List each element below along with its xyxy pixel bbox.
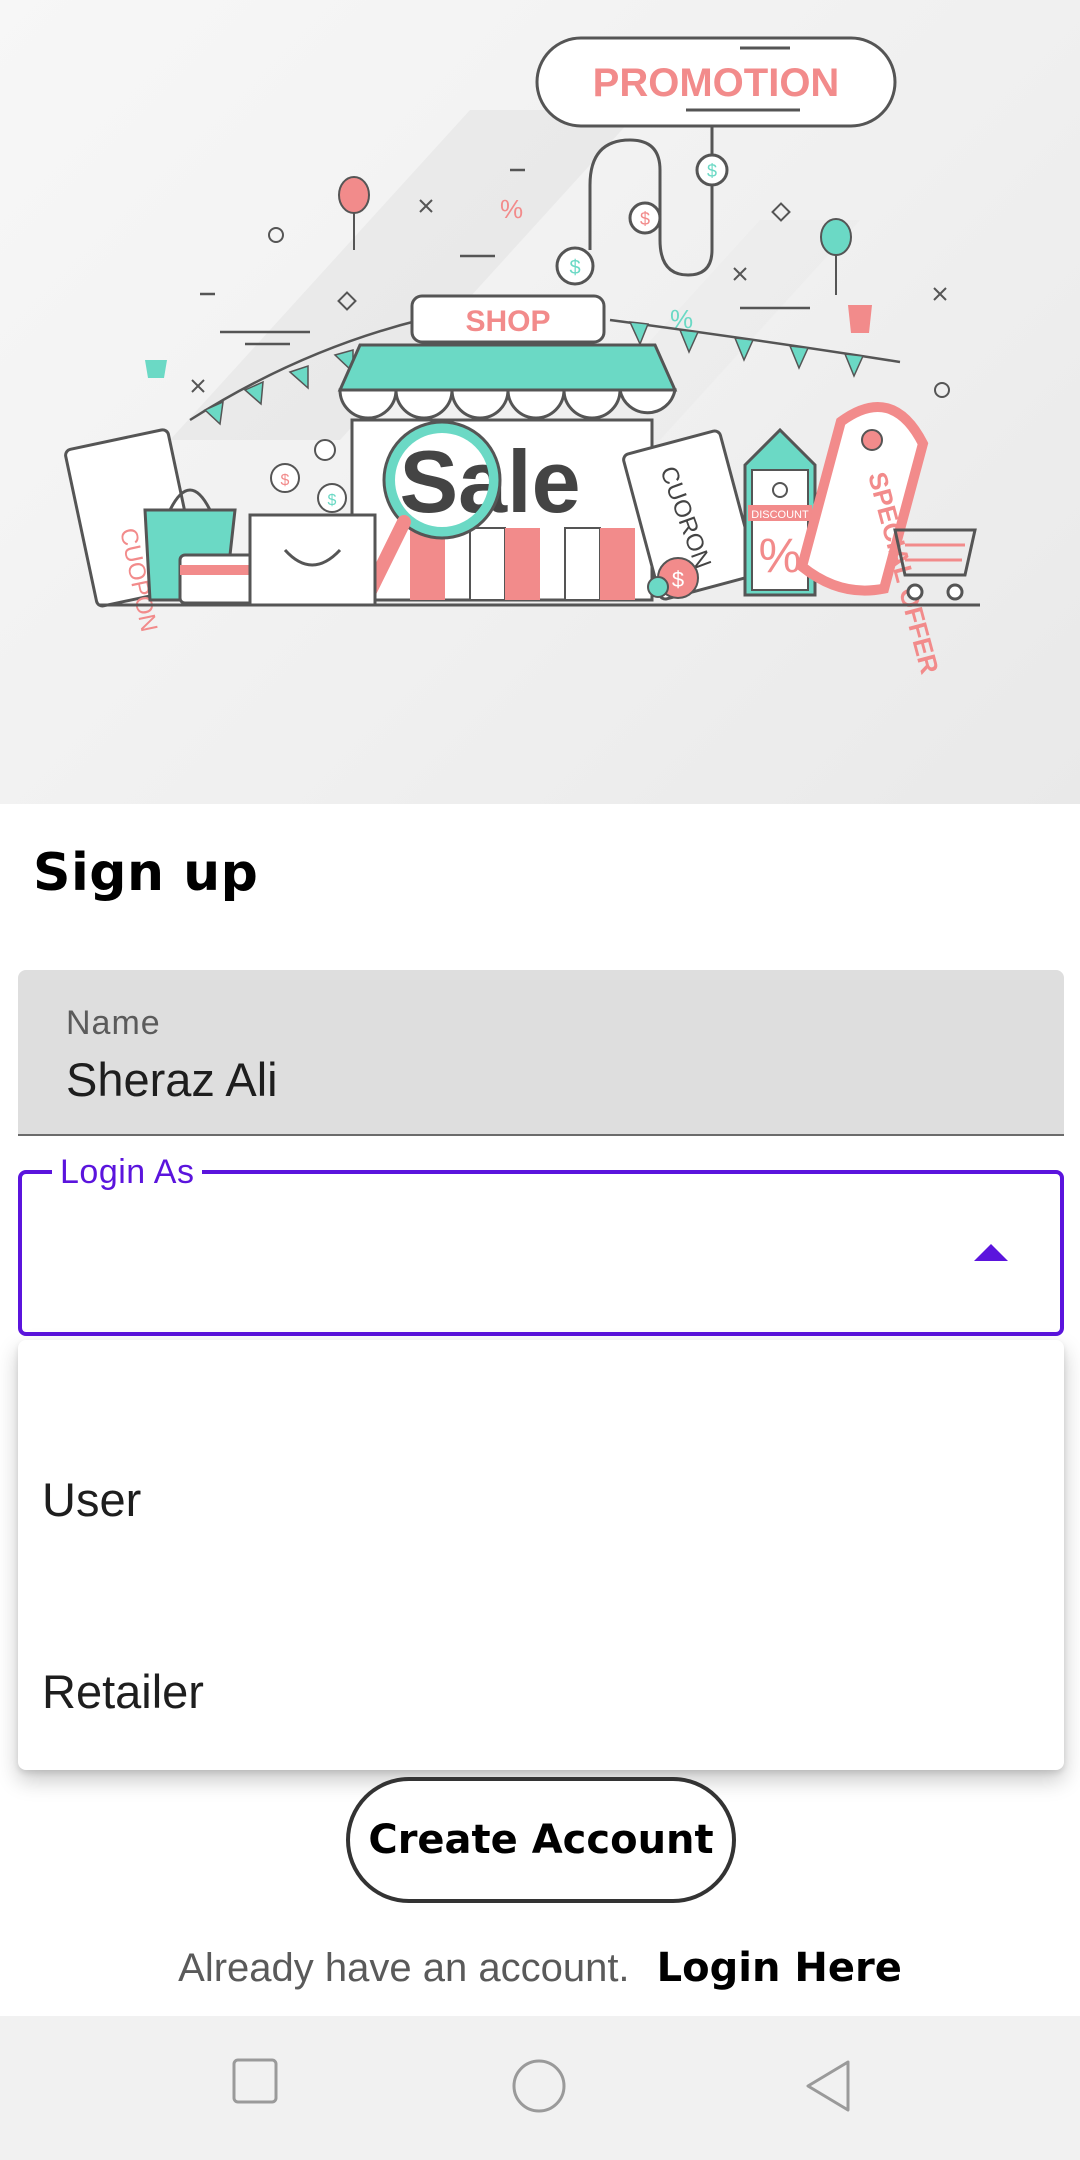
name-field-label: Name [66, 1004, 161, 1042]
recent-apps-icon[interactable] [232, 2058, 278, 2104]
home-icon[interactable] [511, 2058, 567, 2114]
svg-text:$: $ [328, 492, 337, 509]
svg-text:$: $ [707, 161, 717, 181]
svg-text:PROMOTION: PROMOTION [593, 61, 840, 105]
login-here-link[interactable]: Login Here [657, 1945, 902, 1991]
back-icon[interactable] [803, 2058, 853, 2114]
page-title: Sign up [33, 843, 259, 903]
hero-illustration: PROMOTION $ $ $ % % SHOP Sale CUOPON $ $… [0, 0, 1080, 804]
caret-up-icon[interactable] [974, 1244, 1008, 1261]
shop-promotion-illustration: PROMOTION $ $ $ % % SHOP Sale CUOPON $ $… [64, 36, 980, 677]
login-as-dropdown[interactable]: Login As [18, 1152, 1064, 1336]
menu-option-user[interactable]: User [18, 1425, 1064, 1575]
svg-text:SHOP: SHOP [465, 305, 550, 338]
login-as-label: Login As [52, 1152, 203, 1192]
menu-option-retailer[interactable]: Retailer [18, 1617, 1064, 1767]
already-have-account-text: Already have an account. [178, 1946, 630, 1990]
login-prompt: Already have an account. Login Here [0, 1940, 1080, 1996]
create-account-button[interactable]: Create Account [346, 1777, 736, 1903]
login-as-menu: User Retailer [18, 1340, 1064, 1770]
name-field-value[interactable]: Sheraz Ali [66, 1052, 278, 1107]
svg-text:DISCOUNT: DISCOUNT [751, 509, 809, 521]
svg-text:$: $ [281, 472, 290, 489]
svg-text:$: $ [569, 257, 580, 279]
svg-text:%: % [759, 530, 802, 583]
svg-text:%: % [500, 194, 523, 224]
svg-text:$: $ [672, 567, 684, 592]
name-field[interactable]: Name Sheraz Ali [18, 970, 1064, 1136]
system-navigation-bar [0, 2016, 1080, 2160]
svg-text:$: $ [640, 209, 650, 229]
